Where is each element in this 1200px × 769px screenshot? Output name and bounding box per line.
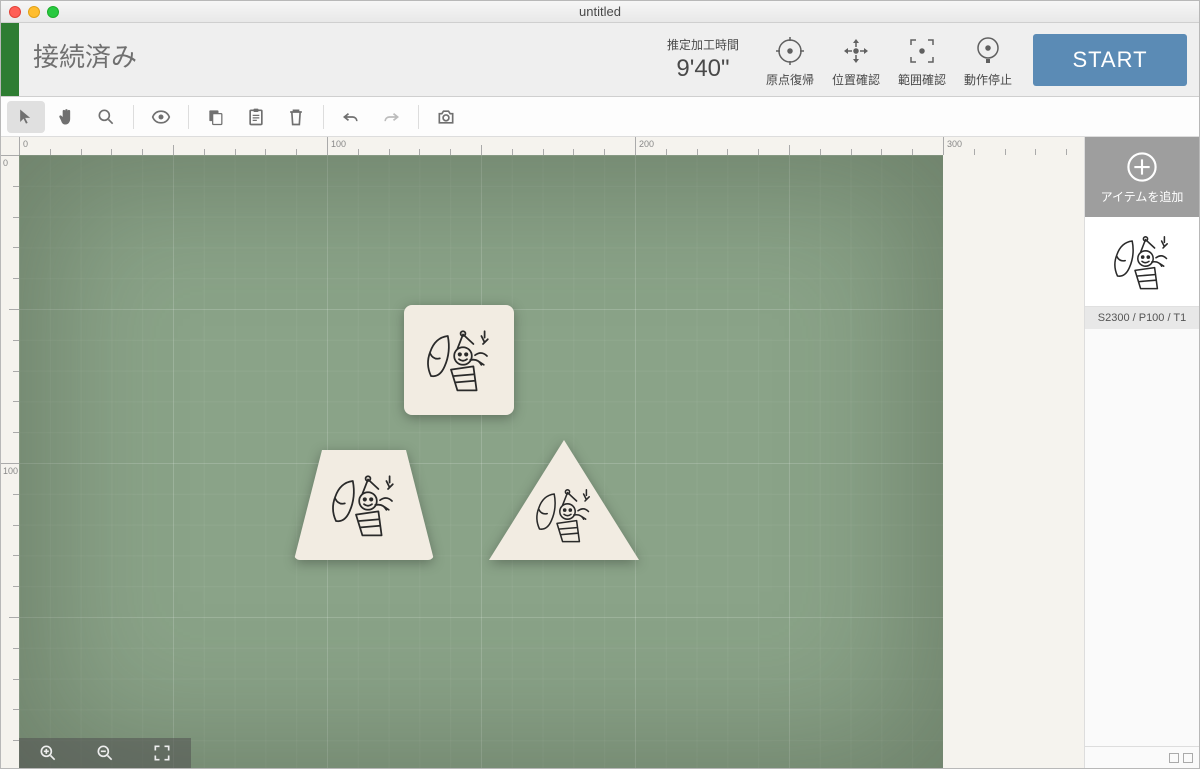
- paste-button[interactable]: [237, 101, 275, 133]
- view-mode-list-icon[interactable]: [1183, 753, 1193, 763]
- camera-button[interactable]: [427, 101, 465, 133]
- add-item-button[interactable]: アイテムを追加: [1085, 137, 1199, 217]
- pan-tool[interactable]: [47, 101, 85, 133]
- zoom-in-icon[interactable]: [38, 743, 58, 763]
- workbed[interactable]: [19, 155, 943, 768]
- range-check-button[interactable]: 範囲確認: [889, 23, 955, 96]
- view-mode-grid-icon[interactable]: [1169, 753, 1179, 763]
- item-thumbnail[interactable]: [1085, 217, 1199, 307]
- undo-button[interactable]: [332, 101, 370, 133]
- delete-button[interactable]: [277, 101, 315, 133]
- position-check-button[interactable]: 位置確認: [823, 23, 889, 96]
- eye-icon: [151, 107, 171, 127]
- trash-icon: [286, 107, 306, 127]
- stop-icon: [972, 35, 1004, 67]
- hand-icon: [56, 107, 76, 127]
- copy-icon: [206, 107, 226, 127]
- position-icon: [840, 35, 872, 67]
- visibility-toggle[interactable]: [142, 101, 180, 133]
- header: 接続済み 推定加工時間 9'40" 原点復帰 位置確認 範囲確認 動作停止 ST…: [1, 23, 1199, 97]
- canvas[interactable]: [19, 155, 1084, 768]
- pointer-icon: [16, 107, 36, 127]
- undo-icon: [341, 107, 361, 127]
- maximize-window-button[interactable]: [47, 6, 59, 18]
- minimize-window-button[interactable]: [28, 6, 40, 18]
- item-parameters: S2300 / P100 / T1: [1085, 307, 1199, 329]
- estimated-time-value: 9'40": [676, 55, 729, 83]
- origin-return-button[interactable]: 原点復帰: [757, 23, 823, 96]
- close-window-button[interactable]: [9, 6, 21, 18]
- engraving-design: [529, 480, 599, 550]
- workpiece-square[interactable]: [404, 305, 514, 415]
- zoom-controls: [19, 738, 191, 768]
- thumbnail-artwork: [1102, 227, 1182, 297]
- ruler-vertical: 0 100: [1, 155, 19, 768]
- window-title: untitled: [1, 4, 1199, 19]
- copy-button[interactable]: [197, 101, 235, 133]
- workpiece-trapezoid[interactable]: [294, 450, 434, 560]
- zoom-out-icon[interactable]: [95, 743, 115, 763]
- zoom-tool[interactable]: [87, 101, 125, 133]
- connection-indicator: [1, 23, 19, 96]
- plus-circle-icon: [1125, 150, 1159, 184]
- range-icon: [906, 35, 938, 67]
- fit-screen-icon[interactable]: [152, 743, 172, 763]
- workpiece-triangle[interactable]: [489, 440, 639, 560]
- magnifier-icon: [96, 107, 116, 127]
- redo-button[interactable]: [372, 101, 410, 133]
- ruler-horizontal: 0 100 200 300: [19, 137, 1084, 155]
- toolbar: [1, 97, 1199, 137]
- ruler-corner: [1, 137, 19, 155]
- redo-icon: [381, 107, 401, 127]
- select-tool[interactable]: [7, 101, 45, 133]
- engraving-design: [324, 465, 404, 545]
- origin-icon: [774, 35, 806, 67]
- camera-icon: [436, 107, 456, 127]
- stop-button[interactable]: 動作停止: [955, 23, 1021, 96]
- estimated-time: 推定加工時間 9'40": [649, 23, 757, 96]
- connection-status: 接続済み: [19, 23, 157, 96]
- right-panel-footer: [1085, 746, 1199, 768]
- canvas-area[interactable]: 0 100 200 300 0 100: [1, 137, 1084, 768]
- engraving-design: [419, 320, 499, 400]
- titlebar: untitled: [1, 1, 1199, 23]
- estimated-time-label: 推定加工時間: [667, 36, 739, 53]
- start-button[interactable]: START: [1033, 34, 1187, 86]
- right-panel: アイテムを追加 S2300 / P100 / T1: [1084, 137, 1199, 768]
- clipboard-icon: [246, 107, 266, 127]
